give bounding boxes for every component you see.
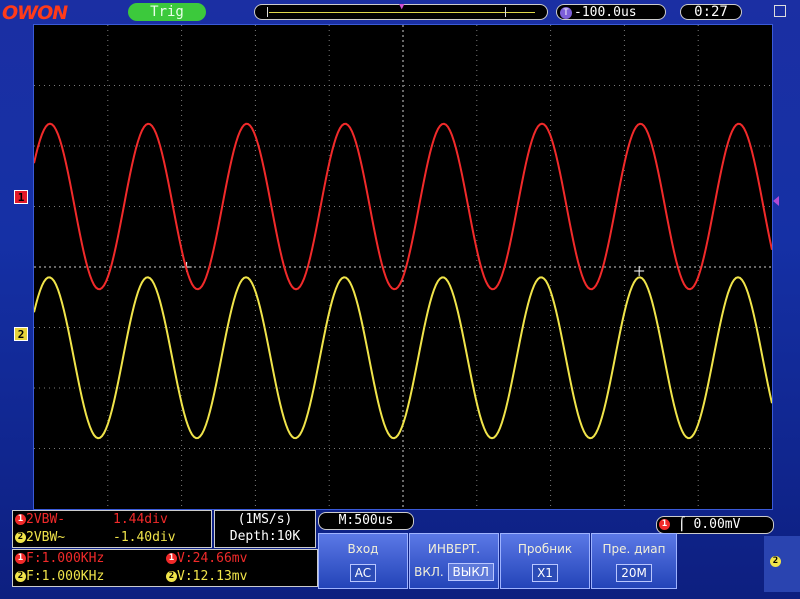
menu-bandwidth-label: Пре. диап (602, 542, 666, 556)
ch2-frequency: F:1.000KHz (26, 569, 105, 584)
menu-invert-label: ИНВЕРТ. (427, 542, 481, 556)
ch2-level-marker[interactable]: 2 (14, 327, 28, 341)
trigger-level-readout: 1 ⌠ 0.00mV (656, 516, 774, 534)
waveform-grid (33, 24, 773, 510)
ch2-frequency-row: 2 F:1.000KHz (15, 569, 104, 584)
oscilloscope-screen: OWON Trig ▼ T-100.0us 0:27 1 2 T 12VBW- … (0, 0, 800, 599)
sample-rate: (1MS/s) (237, 512, 293, 527)
ch1-badge: 1 (15, 514, 26, 525)
ch1-voltage-row: 1 V:24.66mv (166, 551, 247, 566)
trigger-status-badge: Trig (128, 3, 206, 21)
grid-graticule (34, 25, 772, 509)
ch1-frequency-row: 1 F:1.000KHz (15, 551, 104, 566)
menu-invert-on[interactable]: ВКЛ. (414, 565, 444, 579)
timebase-readout: M:500us (318, 512, 414, 530)
channel-info-panel: 1 2VBW- 1.44div 2 2VBW~ -1.40div (12, 510, 212, 548)
trigger-level-marker-icon[interactable] (773, 196, 779, 206)
ch2-freq-badge: 2 (15, 571, 26, 582)
ch2-info-value: -1.40div (113, 530, 176, 545)
sample-rate-panel: (1MS/s) Depth:10K (214, 510, 316, 548)
memory-window-line (269, 12, 535, 13)
ch2-badge: 2 (15, 532, 26, 543)
trigger-point-icon: ▼ (399, 2, 405, 12)
trigger-level-value: 0.00mV (693, 517, 741, 532)
memory-depth: Depth:10K (229, 529, 301, 544)
menu-bandwidth-limit[interactable]: Пре. диап 20M (591, 533, 677, 589)
ch1-freq-badge: 1 (15, 553, 26, 564)
time-delay-icon: T (560, 6, 572, 19)
ch2-info-row: 2 2VBW~ -1.40div (15, 530, 176, 545)
menu-invert[interactable]: ИНВЕРТ. ВКЛ. ВЫКЛ (409, 533, 499, 589)
menu-probe-value[interactable]: X1 (532, 564, 558, 582)
ch1-volt-badge: 1 (166, 553, 177, 564)
ch1-voltage: V:24.66mv (177, 551, 248, 566)
time-delay-readout: T -100.0us (556, 4, 666, 20)
trigger-source-badge: 1 (659, 519, 670, 530)
ch1-level-marker[interactable]: 1 (14, 190, 28, 204)
measurement-panel: 1 F:1.000KHz 2 F:1.000KHz 1 V:24.66mv 2 V:12… (12, 549, 318, 587)
window-square-icon (774, 5, 786, 17)
side-panel: 2 (764, 536, 800, 592)
ch1-info-row: 1 2VBW- 1.44div (15, 512, 168, 527)
ch1-info-label: 2VBW- (26, 512, 66, 527)
menu-input-value[interactable]: AC (349, 564, 377, 582)
top-bar: OWON Trig ▼ T -100.0us 0:27 (0, 0, 800, 24)
menu-input-coupling[interactable]: Вход AC (318, 533, 408, 589)
menu-input-label: Вход (347, 542, 379, 556)
ch1-info-value: 1.44div (113, 512, 168, 527)
menu-invert-off[interactable]: ВЫКЛ (447, 563, 494, 581)
trigger-position-bar: ▼ (254, 2, 548, 20)
menu-probe[interactable]: Пробник X1 (500, 533, 590, 589)
memory-end-mark (505, 7, 506, 17)
ch1-frequency: F:1.000KHz (26, 551, 105, 566)
time-delay-value: -100.0us (574, 5, 637, 20)
ch2-voltage-row: 2 V:12.13mv (166, 569, 247, 584)
ch2-volt-badge: 2 (166, 571, 177, 582)
ch2-info-label: 2VBW~ (26, 530, 66, 545)
rising-edge-icon: ⌠ (677, 517, 686, 532)
memory-start-mark (267, 7, 268, 17)
ch2-voltage: V:12.13mv (177, 569, 248, 584)
menu-bandwidth-value[interactable]: 20M (616, 564, 652, 582)
menu-probe-label: Пробник (517, 542, 573, 556)
clock-readout: 0:27 (680, 4, 742, 20)
brand-logo: OWON (2, 2, 68, 24)
side-channel-badge[interactable]: 2 (770, 556, 781, 567)
